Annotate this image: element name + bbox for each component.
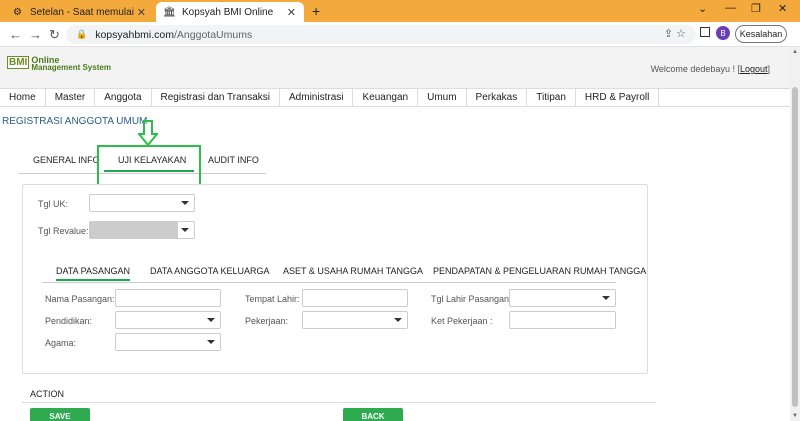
tempat-lahir-input[interactable] [302,289,408,307]
nav-item-registrasi[interactable]: Registrasi dan Transaksi [152,89,281,106]
nav-item-master[interactable]: Master [46,89,96,106]
subtab-data-anggota-keluarga[interactable]: DATA ANGGOTA KELUARGA [150,266,270,276]
subtab-aset-usaha[interactable]: ASET & USAHA RUMAH TANGGA [283,266,423,276]
profile-avatar[interactable]: B [716,26,730,40]
agama-select[interactable] [115,333,221,351]
chevron-down-icon [394,318,402,322]
tgl-uk-label: Tgl UK: [38,199,69,209]
tgl-lahir-pasangan-select[interactable] [509,289,616,307]
chevron-down-icon [602,296,610,300]
minimize-icon[interactable]: — [725,2,736,14]
url-domain: kopsyahbmi.com [95,28,174,41]
nav-item-anggota[interactable]: Anggota [95,89,152,106]
welcome-close: ] [767,64,770,74]
nav-item-perkakas[interactable]: Perkakas [467,89,528,106]
chevron-down-icon [207,340,215,344]
chevron-down-icon [181,201,189,205]
address-bar[interactable]: 🔒 kopsyahbmi.com/AnggotaUmums ⇪ ☆ [66,25,696,44]
url-path: /AnggotaUmums [174,28,253,41]
nav-item-administrasi[interactable]: Administrasi [280,89,354,106]
tempat-lahir-label: Tempat Lahir: [245,294,300,304]
tab-search-icon[interactable]: ⌄ [698,2,707,15]
scroll-down-icon[interactable]: ▼ [792,413,798,419]
lock-icon: 🔒 [76,29,88,39]
welcome-message: Welcome dedebayu ! [Logout] [651,64,770,74]
nav-item-keuangan[interactable]: Keuangan [353,89,419,106]
subtab-data-pasangan[interactable]: DATA PASANGAN [56,266,131,281]
browser-tab-settings[interactable]: ⚙ Setelan - Saat memulai ✕ [4,2,154,22]
ket-pekerjaan-label: Ket Pekerjaan : [431,316,493,326]
pekerjaan-label: Pekerjaan: [245,316,289,326]
bookmark-star-icon[interactable]: ⇪ ☆ [664,27,686,40]
save-button[interactable]: SAVE [30,408,90,421]
tab-title: Kopsyah BMI Online [182,6,274,18]
agama-label: Agama: [45,338,77,348]
pendidikan-label: Pendidikan: [45,316,93,326]
tgl-revalue-select[interactable] [89,221,195,239]
tgl-lahir-pasangan-label: Tgl Lahir Pasangan: [431,294,512,304]
browser-tabstrip: ⚙ Setelan - Saat memulai ✕ 🏛 Kopsyah BMI… [0,0,800,22]
nav-item-hrd-payroll[interactable]: HRD & Payroll [576,89,660,106]
tab-general-info[interactable]: GENERAL INFO [33,155,100,165]
side-panel-icon[interactable] [700,27,710,37]
tgl-revalue-label: Tgl Revalue: [38,226,89,236]
app-header: BMI Online Management System Welcome ded… [0,47,790,88]
forward-arrow-icon[interactable]: → [29,27,42,42]
page-title: REGISTRASI ANGGOTA UMUM [2,116,148,127]
back-button[interactable]: BACK [343,408,403,421]
nama-pasangan-input[interactable] [115,289,221,307]
ket-pekerjaan-input[interactable] [509,311,616,329]
back-arrow-icon[interactable]: ← [9,27,22,42]
subtab-pendapatan-pengeluaran[interactable]: PENDAPATAN & PENGELUARAN RUMAH TANGGA [433,266,646,276]
nav-item-umum[interactable]: Umum [418,89,467,106]
down-arrow-icon [138,120,158,146]
app-logo[interactable]: BMI Online Management System [7,56,111,72]
chevron-down-icon [181,228,189,232]
pekerjaan-select[interactable] [302,311,408,329]
logo-mark: BMI [7,56,30,69]
reload-icon[interactable]: ↻ [49,27,60,43]
site-favicon-icon: 🏛 [163,6,176,18]
pendidikan-select[interactable] [115,311,221,329]
page-scrollbar[interactable]: ▲ ▼ [790,47,800,421]
nama-pasangan-label: Nama Pasangan: [45,294,115,304]
tab-title: Setelan - Saat memulai [30,6,134,18]
action-heading: ACTION [30,389,65,399]
close-icon[interactable]: ✕ [137,6,146,19]
welcome-text: Welcome dedebayu ! [ [650,64,740,74]
sub-tabs: DATA PASANGAN DATA ANGGOTA KELUARGA ASET… [42,263,646,283]
action-divider [22,402,656,403]
profile-status-button[interactable]: Kesalahan [735,25,787,43]
browser-toolbar: ← → ↻ 🔒 kopsyahbmi.com/AnggotaUmums ⇪ ☆ … [0,22,800,47]
browser-tab-kopsyah[interactable]: 🏛 Kopsyah BMI Online ✕ [156,2,304,22]
main-nav: Home Master Anggota Registrasi dan Trans… [0,88,790,107]
new-tab-button[interactable]: + [312,3,320,19]
maximize-icon[interactable]: ❐ [751,2,761,15]
nav-item-titipan[interactable]: Titipan [527,89,576,106]
highlight-box [97,145,201,187]
close-icon[interactable]: ✕ [287,6,296,19]
window-close-icon[interactable]: ✕ [778,2,787,15]
tab-audit-info[interactable]: AUDIT INFO [208,155,259,165]
gear-icon: ⚙ [13,6,22,18]
logout-link[interactable]: Logout [740,64,768,74]
scrollbar-thumb[interactable] [792,87,798,407]
tgl-uk-select[interactable] [89,194,195,212]
chevron-down-icon [207,318,215,322]
scroll-up-icon[interactable]: ▲ [792,49,798,55]
nav-item-home[interactable]: Home [0,89,46,106]
logo-line-2: Management System [31,63,111,72]
